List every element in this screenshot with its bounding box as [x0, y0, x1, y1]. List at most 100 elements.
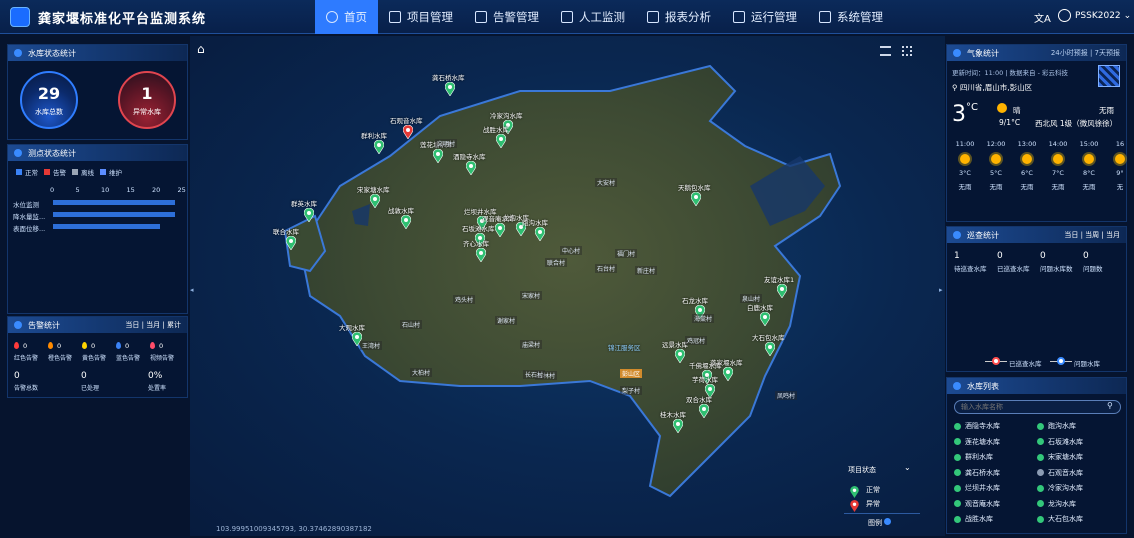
chevron-down-icon[interactable]: ⌄ [904, 463, 911, 472]
abnormal-reservoir-stat[interactable]: 1 异常水库 [118, 71, 176, 129]
reservoir-pin-icon[interactable] [401, 215, 411, 229]
nav-report[interactable]: 报表分析 [636, 0, 722, 34]
reservoir-map-label[interactable]: 联合水库 [273, 226, 299, 236]
patrol-period-tabs[interactable]: 当日 | 当周 | 当月 [1064, 230, 1120, 240]
user-menu[interactable]: PSSK2022 ⌄ [1058, 9, 1131, 22]
reservoir-pin-icon[interactable] [286, 236, 296, 250]
list-item[interactable]: 龙沟水库 [1037, 499, 1076, 509]
reservoir-pin-icon[interactable] [496, 134, 506, 148]
bar-fill[interactable] [53, 224, 160, 229]
map-view[interactable]: ⌂ ◂ ▸ 龚石桥水库 冷家沟水库 石观音水库 群利水库 战胜水库 莲花塘水库 酒隐寺水库宋… [190, 36, 945, 536]
map-coordinates: 103.99951009345793, 30.37462890387182 [216, 525, 372, 533]
reservoir-pin-icon[interactable] [675, 349, 685, 363]
reservoir-pin-icon[interactable] [374, 140, 384, 154]
nav-operation[interactable]: 运行管理 [722, 0, 808, 34]
check-circle-icon [954, 500, 961, 507]
reservoir-map-label[interactable]: 群利水库 [361, 130, 387, 140]
list-item[interactable]: 观音庵水库 [954, 499, 1000, 509]
reservoir-pin-icon[interactable] [433, 149, 443, 163]
reservoir-pin-icon[interactable] [765, 342, 775, 356]
reservoir-map-label[interactable]: 友谊水库1 [764, 274, 794, 284]
collapse-right-icon[interactable]: ▸ [939, 286, 943, 294]
reservoir-map-label[interactable]: 大石包水库 [752, 332, 785, 342]
list-item[interactable]: 大石包水库 [1037, 514, 1083, 524]
reservoir-map-label[interactable]: 千佛堰水库 [689, 360, 722, 370]
reservoir-map-label[interactable]: 双合水库 [686, 394, 712, 404]
list-view-icon[interactable] [880, 46, 891, 56]
list-item[interactable]: 石坂滩水库 [1037, 437, 1083, 447]
reservoir-map-label[interactable]: 石观音水库 [390, 115, 423, 125]
grid-view-icon[interactable] [902, 46, 912, 56]
reservoir-map-label[interactable]: 天鹅包水库 [678, 182, 711, 192]
list-item[interactable]: 跑沟水库 [1037, 421, 1076, 431]
reservoir-pin-icon[interactable] [723, 367, 733, 381]
reservoir-map-label[interactable]: 宋家塘水库 [357, 184, 390, 194]
total-reservoir-stat[interactable]: 29 水库总数 [20, 71, 78, 129]
collapse-left-icon[interactable]: ◂ [190, 286, 194, 294]
reservoir-map-label[interactable]: 战敦水库 [388, 205, 414, 215]
panel-header: 巡查统计 当日 | 当周 | 当月 [947, 227, 1126, 243]
reservoir-map-label[interactable]: 龚石桥水库 [432, 72, 465, 82]
reservoir-pin-icon[interactable] [495, 223, 505, 237]
check-circle-icon [1037, 453, 1044, 461]
reservoir-pin-icon[interactable] [370, 194, 380, 208]
reservoir-map-label[interactable]: 酒隐寺水库 [453, 151, 486, 161]
nav-home[interactable]: 首页 [315, 0, 378, 34]
nav-project[interactable]: 项目管理 [378, 0, 464, 34]
reservoir-map-label[interactable]: 桂木水库 [660, 409, 686, 419]
reservoir-map-label[interactable]: 白鹿水库 [747, 302, 773, 312]
reservoir-map-label[interactable]: 群英水库 [291, 198, 317, 208]
legend-toggle[interactable]: 图例 [868, 518, 892, 528]
reservoir-pin-icon[interactable] [691, 192, 701, 206]
nav-system[interactable]: 系统管理 [808, 0, 894, 34]
reservoir-search[interactable]: ⚲ [954, 400, 1121, 414]
village-label: 海棠村 [692, 314, 715, 323]
hour-time: 13:00 [1017, 140, 1037, 148]
list-item[interactable]: 石观音水库 [1037, 468, 1083, 478]
search-icon[interactable]: ⚲ [1107, 401, 1113, 410]
forecast-tabs[interactable]: 24小时预报 | 7天预报 [1051, 48, 1120, 58]
reservoir-map-label[interactable]: 大观水库 [339, 322, 365, 332]
reservoir-pin-icon[interactable] [476, 248, 486, 262]
list-item[interactable]: 战胜水库 [954, 514, 993, 524]
reservoir-pin-icon[interactable] [699, 404, 709, 418]
reservoir-map-label[interactable]: 石坂滩水库 [462, 223, 495, 233]
reservoir-pin-icon[interactable] [535, 227, 545, 241]
reservoir-map-label[interactable]: 战胜水库 [483, 124, 509, 134]
nav-manual[interactable]: 人工监测 [550, 0, 636, 34]
reservoir-map-label[interactable]: 齐心水库 [463, 238, 489, 248]
reservoir-pin-icon[interactable] [304, 208, 314, 222]
list-item[interactable]: 烂坝井水库 [954, 483, 1000, 493]
reservoir-pin-icon[interactable] [466, 161, 476, 175]
axis-tick-label: 0 [50, 186, 55, 194]
bar-fill[interactable] [53, 200, 175, 205]
alarm-period-tabs[interactable]: 当日 | 当月 | 累计 [125, 320, 181, 330]
list-item-label: 大石包水库 [1048, 515, 1083, 523]
home-icon[interactable]: ⌂ [197, 43, 209, 55]
reservoir-pin-icon[interactable] [445, 82, 455, 96]
hour-rain: 无雨 [989, 183, 1003, 191]
reservoir-map-label[interactable]: 芋荷水库 [692, 374, 718, 384]
nav-alarm[interactable]: 告警管理 [464, 0, 550, 34]
abnormal-reservoir-pin-icon[interactable] [403, 125, 413, 139]
list-item[interactable]: 群利水库 [954, 452, 993, 462]
reservoir-search-input[interactable] [961, 402, 1101, 412]
bar-fill[interactable] [53, 212, 175, 217]
list-item[interactable]: 莲花塘水库 [954, 437, 1000, 447]
wrench-icon [733, 11, 745, 23]
check-circle-icon [954, 438, 961, 445]
reservoir-map-label[interactable]: 跑沟水库 [522, 217, 548, 227]
reservoir-pin-icon[interactable] [673, 419, 683, 433]
list-item[interactable]: 冷家沟水库 [1037, 483, 1083, 493]
list-item[interactable]: 酒隐寺水库 [954, 421, 1000, 431]
list-item[interactable]: 宋家塘水库 [1037, 452, 1083, 462]
reservoir-map-label[interactable]: 冷家沟水库 [490, 110, 523, 120]
list-item[interactable]: 龚石桥水库 [954, 468, 1000, 478]
reservoir-pin-icon[interactable] [760, 312, 770, 326]
bar-label: 降水量监... [13, 213, 46, 221]
qr-code-icon[interactable] [1098, 65, 1120, 87]
translate-icon[interactable]: 文A [1034, 10, 1051, 25]
reservoir-pin-icon[interactable] [777, 284, 787, 298]
reservoir-map-label[interactable]: 石龙水库 [682, 295, 708, 305]
axis-tick-label: 15 [126, 186, 135, 194]
